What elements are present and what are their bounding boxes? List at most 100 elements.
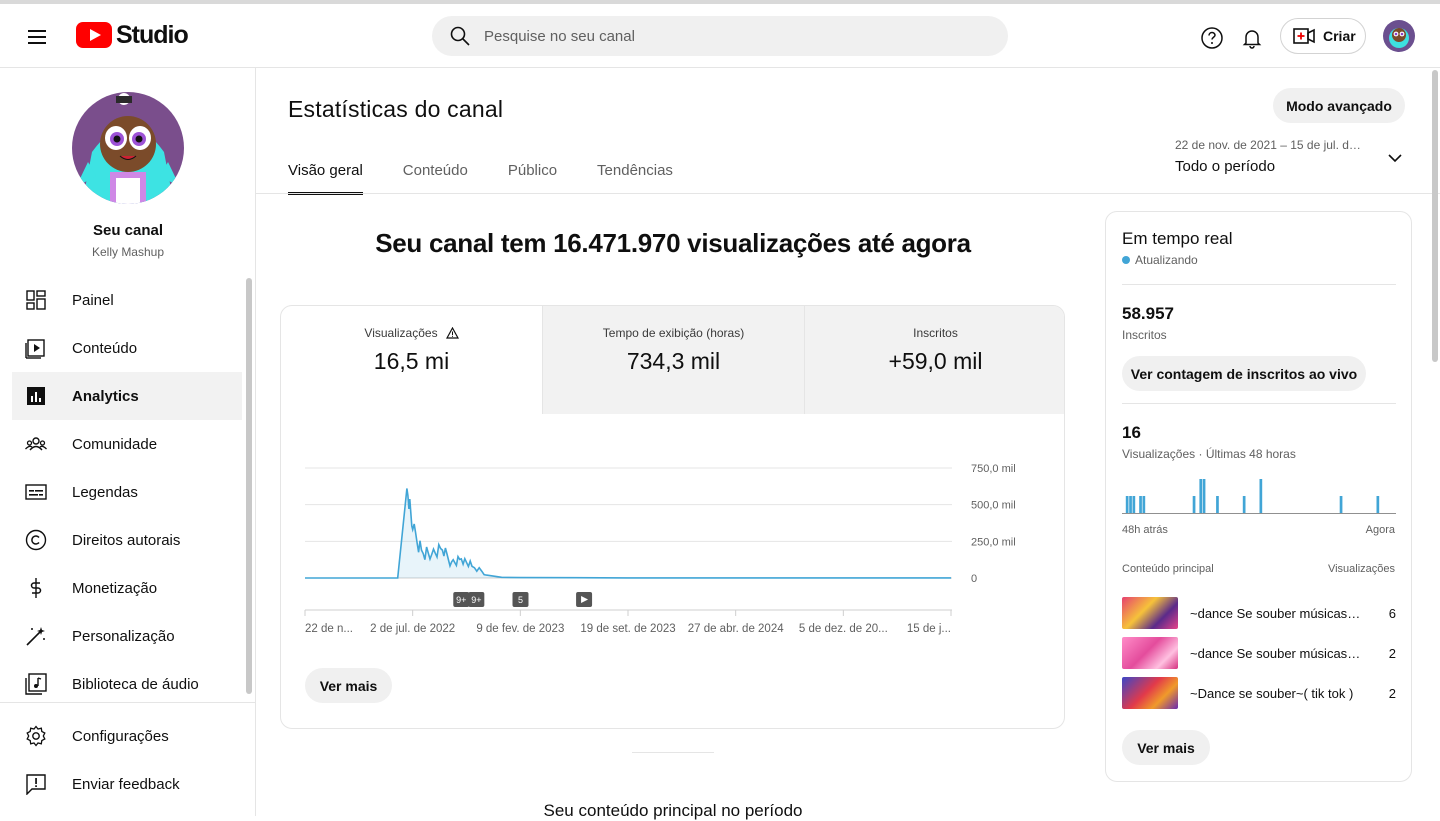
sidebar-item-monetizacao[interactable]: Monetização xyxy=(12,564,242,612)
realtime-views: 16 xyxy=(1122,423,1141,442)
marker-label: 9+ xyxy=(471,595,481,605)
sidebar-item-enviar-feedback[interactable]: Enviar feedback xyxy=(12,760,242,808)
sidebar-item-painel[interactable]: Painel xyxy=(12,276,242,324)
tab-publico[interactable]: Público xyxy=(508,148,557,195)
realtime-bar xyxy=(1132,496,1136,513)
tab-conteudo[interactable]: Conteúdo xyxy=(403,148,468,195)
video-thumbnail xyxy=(1122,677,1178,709)
sidebar-item-legendas[interactable]: Legendas xyxy=(12,468,242,516)
sidebar-item-label: Comunidade xyxy=(72,435,158,453)
search-bar[interactable] xyxy=(432,16,1008,56)
settings-icon xyxy=(24,724,48,748)
sidebar-item-label: Monetização xyxy=(72,579,158,597)
search-icon xyxy=(450,26,470,46)
marker-label: 5 xyxy=(518,595,523,605)
divider xyxy=(1122,403,1396,404)
y-tick-label: 0 xyxy=(971,573,977,585)
section-divider xyxy=(632,752,714,753)
create-label: Criar xyxy=(1323,28,1356,44)
realtime-bar-chart[interactable] xyxy=(1122,474,1396,514)
metric-value: +59,0 mil xyxy=(888,348,983,374)
sidebar-divider xyxy=(0,702,255,703)
list-item[interactable]: ~dance Se souber músicas que você... 2 xyxy=(1122,636,1396,670)
realtime-bar xyxy=(1139,496,1142,513)
studio-logo[interactable]: Studio xyxy=(76,20,189,50)
sidebar-item-biblioteca-de-audio[interactable]: Biblioteca de áudio xyxy=(12,660,242,708)
warning-icon[interactable] xyxy=(445,327,459,339)
x-tick-label: 9 de fev. de 2023 xyxy=(476,623,564,635)
menu-icon[interactable] xyxy=(22,26,54,50)
sidebar-item-configuracoes[interactable]: Configurações xyxy=(12,712,242,760)
realtime-see-more-button[interactable]: Ver mais xyxy=(1122,730,1210,765)
header-divider xyxy=(256,193,1440,194)
sidebar-item-conteudo[interactable]: Conteúdo xyxy=(12,324,242,372)
views-line-chart[interactable]: 750,0 mil 500,0 mil 250,0 mil 0 9+ 9+ 5 22 de n… xyxy=(281,414,1065,729)
tab-visao-geral[interactable]: Visão geral xyxy=(288,148,363,195)
sidebar-scrollbar[interactable] xyxy=(246,278,252,694)
channel-handle: Kelly Mashup xyxy=(91,245,165,259)
period-selector[interactable]: 22 de nov. de 2021 – 15 de jul. de 2025 … xyxy=(1175,138,1407,180)
logo-text: Studio xyxy=(116,20,189,49)
metric-watch-time[interactable]: Tempo de exibição (horas) 734,3 mil xyxy=(542,306,804,414)
realtime-bar xyxy=(1376,496,1380,513)
realtime-bar xyxy=(1259,479,1263,513)
sidebar-item-label: Conteúdo xyxy=(72,339,138,357)
video-views: 2 xyxy=(1388,685,1396,701)
notifications-bell-icon[interactable] xyxy=(1238,24,1266,52)
sidebar-item-label: Painel xyxy=(72,291,114,309)
tab-tendencias[interactable]: Tendências xyxy=(597,148,673,195)
search-input[interactable] xyxy=(484,27,964,45)
help-icon[interactable] xyxy=(1198,24,1226,52)
sidebar-item-analytics[interactable]: Analytics xyxy=(12,372,242,420)
metric-views[interactable]: Visualizações 16,5 mi xyxy=(281,306,542,414)
live-subscriber-count-button[interactable]: Ver contagem de inscritos ao vivo xyxy=(1122,356,1366,391)
realtime-card: Em tempo real Atualizando 58.957 Inscrit… xyxy=(1105,211,1412,782)
advanced-mode-button[interactable]: Modo avançado xyxy=(1273,88,1405,123)
see-more-button[interactable]: Ver mais xyxy=(305,668,392,703)
y-tick-label: 500,0 mil xyxy=(971,500,1016,512)
metric-value: 16,5 mi xyxy=(373,348,450,374)
channel-avatar[interactable] xyxy=(72,92,184,204)
sidebar-item-label: Enviar feedback xyxy=(72,775,180,793)
period-label: Todo o período xyxy=(1175,158,1276,175)
sidebar-item-comunidade[interactable]: Comunidade xyxy=(12,420,242,468)
realtime-status: Atualizando xyxy=(1122,253,1198,267)
sidebar-item-label: Configurações xyxy=(72,727,169,745)
metric-label: Visualizações xyxy=(364,326,438,340)
x-tick-label: 15 de j... xyxy=(907,623,951,635)
account-avatar[interactable] xyxy=(1383,20,1415,52)
list-item[interactable]: ~dance Se souber músicas que você... 6 xyxy=(1122,596,1396,630)
video-title: ~Dance se souber~( tik tok ) xyxy=(1190,685,1354,701)
realtime-bar xyxy=(1142,496,1146,513)
page-scrollbar[interactable] xyxy=(1432,70,1438,362)
views-chart[interactable]: 750,0 mil 500,0 mil 250,0 mil 0 9+ 9+ 5 22 de n… xyxy=(281,414,1065,729)
dashboard-icon xyxy=(24,288,48,312)
realtime-bar xyxy=(1242,496,1246,513)
sidebar-item-personalizacao[interactable]: Personalização xyxy=(12,612,242,660)
top-content-label: Conteúdo principal xyxy=(1122,563,1214,575)
analytics-icon xyxy=(24,384,48,408)
subtitles-icon xyxy=(24,480,48,504)
copyright-icon xyxy=(24,528,48,552)
sidebar-item-label: Direitos autorais xyxy=(72,531,181,549)
sidebar-item-label: Personalização xyxy=(72,627,175,645)
sidebar: Seu canal Kelly Mashup Painel Conteúdo A… xyxy=(0,68,256,816)
monetization-icon xyxy=(24,576,48,600)
video-views: 2 xyxy=(1388,645,1396,661)
realtime-title: Em tempo real xyxy=(1122,229,1233,248)
realtime-bar xyxy=(1192,496,1196,513)
realtime-status-text: Atualizando xyxy=(1135,253,1198,267)
metric-subscribers[interactable]: Inscritos +59,0 mil xyxy=(804,306,1064,414)
sidebar-item-label: Analytics xyxy=(72,387,139,405)
create-button[interactable]: Criar xyxy=(1280,18,1366,54)
x-tick-label: 5 de dez. de 20... xyxy=(799,623,888,635)
video-views: 6 xyxy=(1388,605,1396,621)
top-views-label: Visualizações xyxy=(1327,563,1395,575)
sidebar-item-direitos-autorais[interactable]: Direitos autorais xyxy=(12,516,242,564)
channel-title: Seu canal xyxy=(92,222,164,239)
metric-label: Inscritos xyxy=(913,326,958,340)
page-title: Estatísticas do canal xyxy=(288,96,504,122)
video-title: ~dance Se souber músicas que você... xyxy=(1190,605,1362,621)
list-item[interactable]: ~Dance se souber~( tik tok ) 2 xyxy=(1122,676,1396,710)
realtime-views-label: Visualizações · Últimas 48 horas xyxy=(1122,447,1296,461)
